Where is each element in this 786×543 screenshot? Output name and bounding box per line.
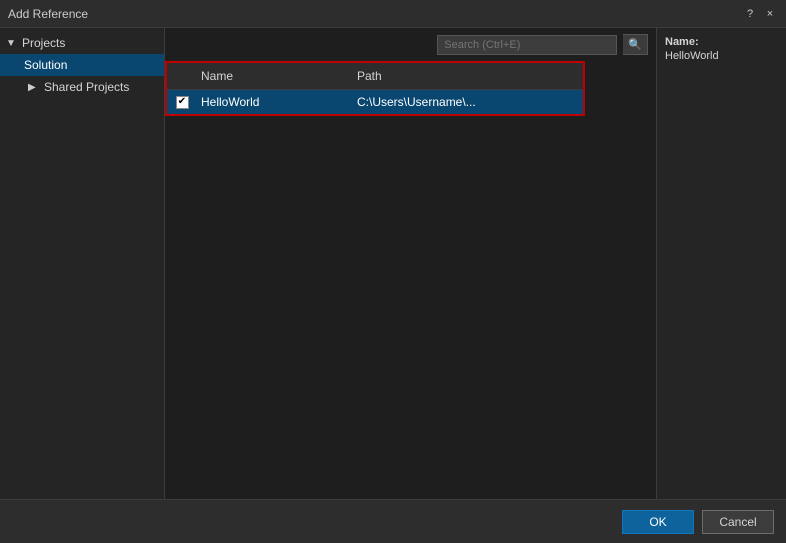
reference-table: Name Path HelloWorld C:\Users\Username\.… — [165, 61, 585, 116]
info-name-value: HelloWorld — [665, 50, 778, 62]
projects-chevron: ▼ — [6, 38, 20, 49]
row-name: HelloWorld — [197, 93, 353, 111]
ok-button[interactable]: OK — [622, 510, 694, 534]
info-name-label: Name: — [665, 36, 778, 48]
sidebar-item-shared-projects[interactable]: ▶ Shared Projects — [0, 76, 164, 98]
table-header: Name Path — [167, 63, 583, 90]
dialog-body: ▼ Projects Solution ▶ Shared Projects 🔍 — [0, 28, 786, 499]
table-row[interactable]: HelloWorld C:\Users\Username\... — [167, 90, 583, 114]
sidebar-item-solution[interactable]: Solution — [0, 54, 164, 76]
search-button[interactable]: 🔍 — [623, 34, 648, 55]
info-panel: Name: HelloWorld — [656, 28, 786, 499]
shared-projects-chevron: ▶ — [28, 82, 42, 93]
cancel-button[interactable]: Cancel — [702, 510, 774, 534]
checkbox-checked-icon — [176, 96, 189, 109]
row-path: C:\Users\Username\... — [353, 93, 583, 111]
projects-section[interactable]: ▼ Projects — [0, 32, 164, 54]
search-bar-container: 🔍 — [165, 28, 656, 61]
th-name: Name — [197, 67, 353, 85]
row-checkbox[interactable] — [167, 96, 197, 109]
solution-label: Solution — [24, 58, 67, 72]
th-path: Path — [353, 67, 583, 85]
table-container: Name Path HelloWorld C:\Users\Username\.… — [165, 61, 648, 499]
projects-label: Projects — [22, 36, 65, 50]
help-button[interactable]: ? — [742, 6, 758, 22]
sidebar: ▼ Projects Solution ▶ Shared Projects — [0, 28, 165, 499]
main-content: 🔍 Name Path HelloWorld — [165, 28, 786, 499]
content-area: 🔍 Name Path HelloWorld — [165, 28, 656, 499]
shared-projects-label: Shared Projects — [44, 80, 129, 94]
bottom-bar: OK Cancel — [0, 499, 786, 543]
title-controls: ? × — [742, 6, 778, 22]
search-input[interactable] — [437, 35, 617, 55]
title-bar: Add Reference ? × — [0, 0, 786, 28]
dialog-title: Add Reference — [8, 7, 88, 21]
close-button[interactable]: × — [762, 6, 778, 22]
